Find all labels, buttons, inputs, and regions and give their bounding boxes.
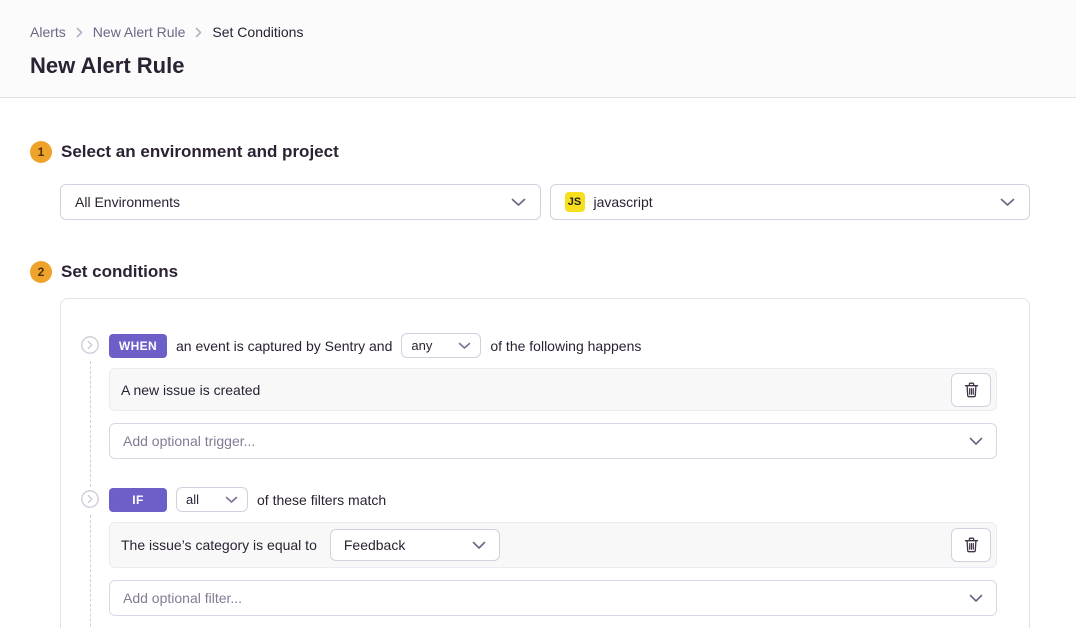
environment-select-value: All Environments: [75, 194, 180, 210]
when-match-select[interactable]: any: [401, 333, 481, 358]
if-step: IF all of these filters match The issue’…: [81, 487, 997, 628]
when-text-after: of the following happens: [490, 338, 641, 354]
step-connector-line: [90, 361, 91, 487]
filter-rule-label: The issue’s category is equal to: [121, 537, 317, 553]
trigger-rule-label: A new issue is created: [121, 382, 260, 398]
when-step-gutter: [81, 333, 109, 487]
if-badge: IF: [109, 488, 167, 512]
section-conditions-heading: 2 Set conditions: [30, 260, 1030, 284]
step-2-number-badge: 2: [30, 261, 52, 283]
page-header: Alerts New Alert Rule Set Conditions New…: [0, 0, 1076, 98]
step-1-number-badge: 1: [30, 141, 52, 163]
chevron-down-icon: [472, 541, 486, 550]
filter-category-select[interactable]: Feedback: [330, 529, 500, 561]
breadcrumb-set-conditions: Set Conditions: [212, 24, 303, 40]
chevron-down-icon: [1000, 198, 1015, 207]
if-match-select[interactable]: all: [176, 487, 248, 512]
chevron-right-icon: [76, 27, 83, 38]
breadcrumb-new-alert-rule[interactable]: New Alert Rule: [93, 24, 186, 40]
if-condition-line: IF all of these filters match: [109, 487, 997, 512]
chevron-down-icon: [969, 594, 983, 603]
chevron-right-icon: [195, 27, 202, 38]
if-step-gutter: [81, 487, 109, 628]
trash-icon: [964, 537, 979, 553]
project-select-value: javascript: [594, 194, 653, 210]
filter-category-value: Feedback: [344, 537, 405, 553]
environment-project-row: All Environments JS javascript: [60, 184, 1030, 220]
add-optional-filter-select[interactable]: Add optional filter...: [109, 580, 997, 616]
delete-filter-button[interactable]: [951, 528, 991, 562]
chevron-down-icon: [969, 437, 983, 446]
breadcrumb: Alerts New Alert Rule Set Conditions: [30, 24, 1046, 40]
filter-rule-row: The issue’s category is equal to Feedbac…: [109, 522, 997, 568]
if-match-value: all: [186, 492, 199, 507]
section-environment-title: Select an environment and project: [61, 142, 339, 162]
when-match-value: any: [411, 338, 432, 353]
conditions-panel: WHEN an event is captured by Sentry and …: [60, 298, 1030, 628]
chevron-down-icon: [458, 342, 471, 350]
chevron-circle-icon: [81, 490, 99, 508]
section-conditions-title: Set conditions: [61, 262, 178, 282]
add-optional-trigger-placeholder: Add optional trigger...: [123, 433, 255, 449]
project-select[interactable]: JS javascript: [550, 184, 1031, 220]
page-title: New Alert Rule: [30, 53, 1046, 79]
main-content: 1 Select an environment and project All …: [0, 98, 1076, 628]
environment-select[interactable]: All Environments: [60, 184, 541, 220]
add-optional-trigger-select[interactable]: Add optional trigger...: [109, 423, 997, 459]
section-environment-heading: 1 Select an environment and project: [30, 140, 1030, 164]
when-badge: WHEN: [109, 334, 167, 358]
breadcrumb-alerts[interactable]: Alerts: [30, 24, 66, 40]
trash-icon: [964, 382, 979, 398]
add-optional-filter-placeholder: Add optional filter...: [123, 590, 242, 606]
trigger-rule-row: A new issue is created: [109, 368, 997, 411]
chevron-circle-icon: [81, 336, 99, 354]
when-step: WHEN an event is captured by Sentry and …: [81, 333, 997, 487]
javascript-platform-icon: JS: [565, 192, 585, 212]
delete-trigger-button[interactable]: [951, 373, 991, 407]
chevron-down-icon: [225, 496, 238, 504]
if-text-after: of these filters match: [257, 492, 386, 508]
step-connector-line: [90, 515, 91, 628]
when-text-before: an event is captured by Sentry and: [176, 338, 392, 354]
chevron-down-icon: [511, 198, 526, 207]
when-condition-line: WHEN an event is captured by Sentry and …: [109, 333, 997, 358]
